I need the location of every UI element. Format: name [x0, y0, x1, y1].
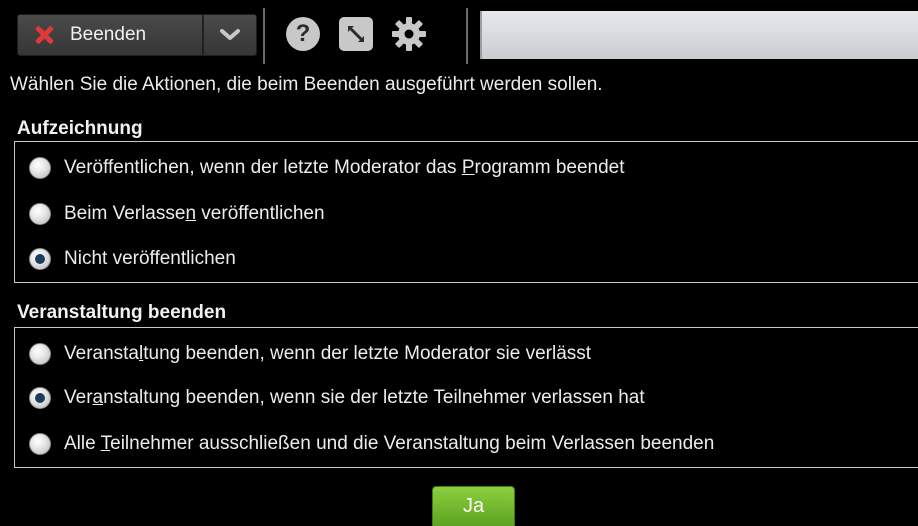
radio-button-selected[interactable]: [29, 387, 51, 409]
toolbar-strip: [480, 11, 918, 59]
publish-on-program-end-option[interactable]: Veröffentlichen, wenn der letzte Moderat…: [29, 148, 625, 188]
end-options-dialog: Beenden ? Wählen Sie die Aktionen, die b…: [0, 0, 918, 526]
radio-button[interactable]: [29, 203, 51, 225]
recording-section-title: Aufzeichnung: [17, 118, 143, 139]
option-label: Beim Verlassen veröffentlichen: [64, 203, 325, 224]
radio-button[interactable]: [29, 433, 51, 455]
exclude-all-and-end-option[interactable]: Alle Teilnehmer ausschließen und die Ver…: [29, 424, 714, 464]
help-button[interactable]: ?: [283, 14, 323, 54]
toolbar-divider: [466, 8, 468, 64]
radio-button[interactable]: [29, 343, 51, 365]
settings-button[interactable]: [389, 14, 429, 54]
toolbar: Beenden ?: [0, 0, 918, 68]
end-when-last-participant-leaves-option[interactable]: Veranstaltung beenden, wenn sie der letz…: [29, 378, 645, 418]
end-button-label: Beenden: [70, 24, 147, 45]
option-label: Veranstaltung beenden, wenn sie der letz…: [64, 387, 645, 408]
end-when-moderator-leaves-option[interactable]: Veranstaltung beenden, wenn der letzte M…: [29, 334, 591, 374]
do-not-publish-option[interactable]: Nicht veröffentlichen: [29, 239, 236, 279]
publish-on-leave-option[interactable]: Beim Verlassen veröffentlichen: [29, 194, 325, 234]
expand-button[interactable]: [336, 14, 376, 54]
close-x-icon: [32, 23, 56, 47]
end-event-section-title: Veranstaltung beenden: [17, 302, 227, 323]
recording-options-group: Veröffentlichen, wenn der letzte Moderat…: [14, 141, 918, 283]
expand-icon: [339, 17, 373, 51]
radio-button[interactable]: [29, 157, 51, 179]
toolbar-divider: [263, 8, 265, 64]
confirm-button[interactable]: Ja: [432, 486, 515, 526]
option-label: Alle Teilnehmer ausschließen und die Ver…: [64, 433, 715, 454]
option-label: Veröffentlichen, wenn der letzte Moderat…: [64, 157, 625, 178]
end-event-options-group: Veranstaltung beenden, wenn der letzte M…: [14, 327, 918, 468]
option-label: Veranstaltung beenden, wenn der letzte M…: [64, 343, 592, 364]
help-icon: ?: [286, 17, 320, 51]
option-label: Nicht veröffentlichen: [64, 248, 236, 269]
end-button[interactable]: Beenden: [17, 14, 203, 56]
radio-button-selected[interactable]: [29, 248, 51, 270]
gear-icon: [392, 17, 426, 51]
chevron-down-icon: [220, 29, 240, 40]
instruction-text: Wählen Sie die Aktionen, die beim Beende…: [10, 74, 603, 95]
end-dropdown-button[interactable]: [203, 14, 257, 56]
